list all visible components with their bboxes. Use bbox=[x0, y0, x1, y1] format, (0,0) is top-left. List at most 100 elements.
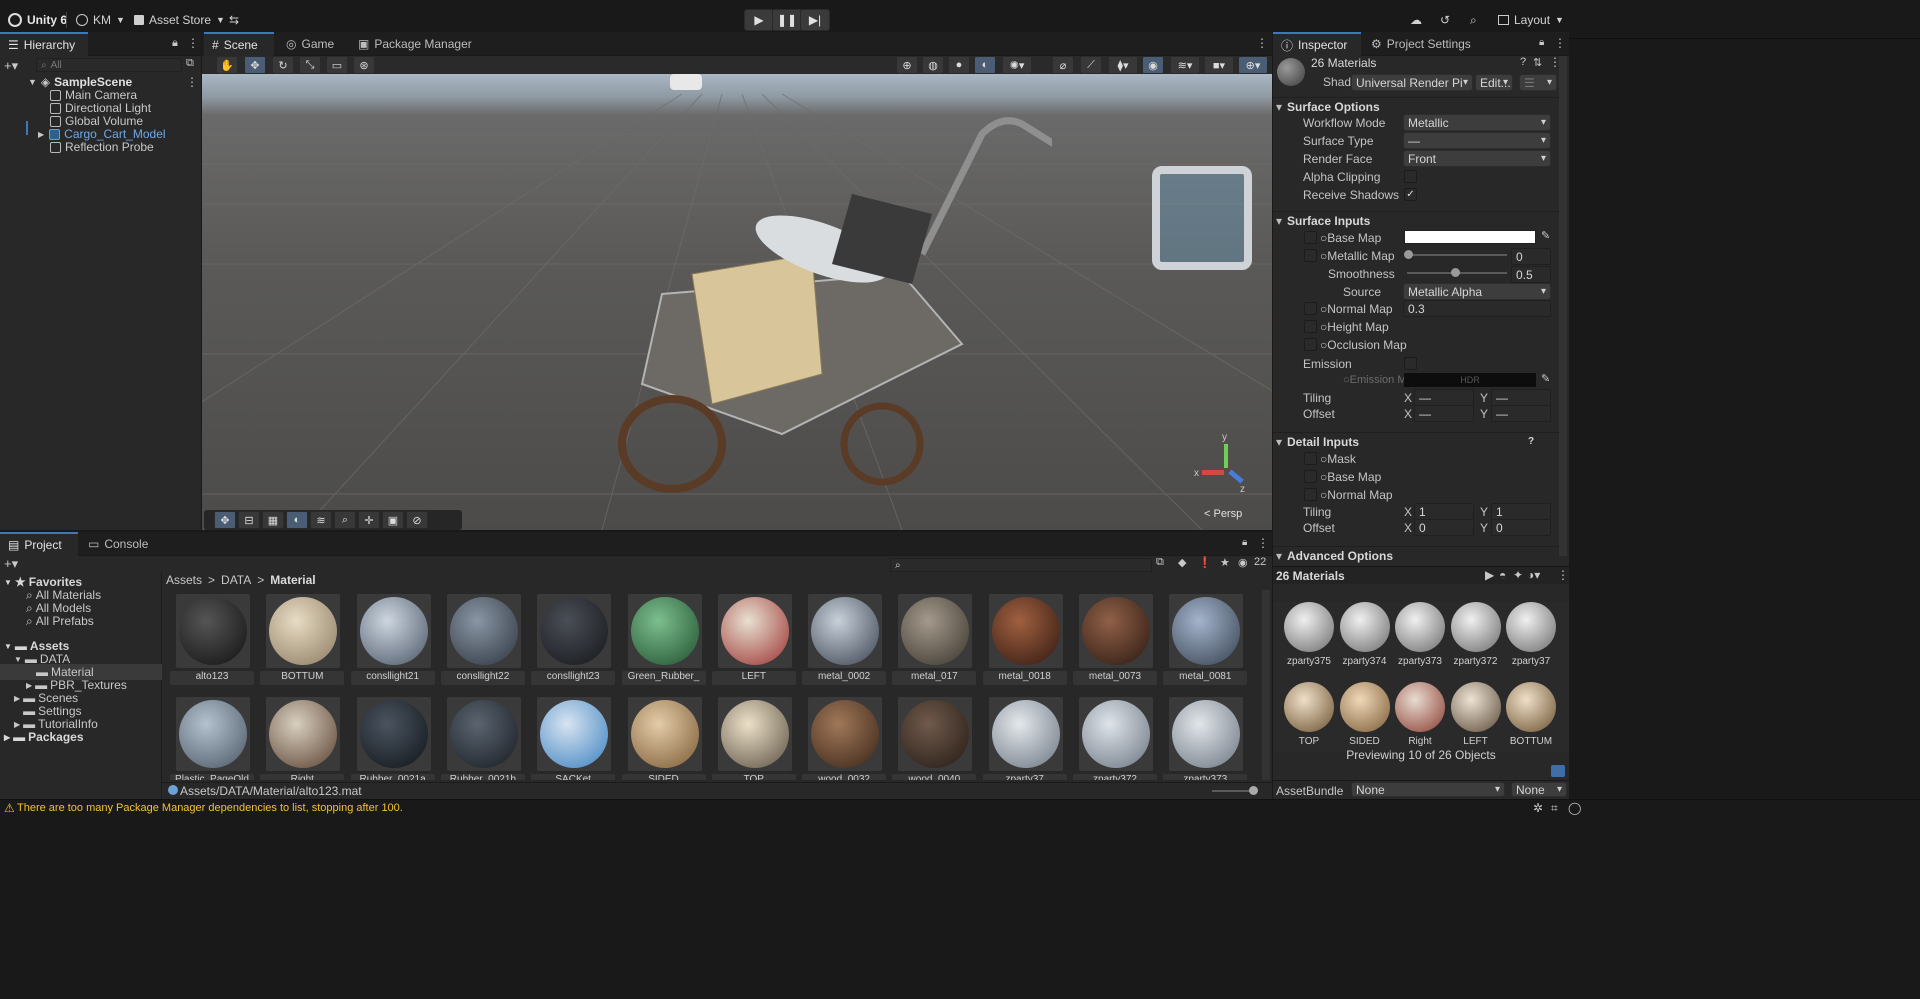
hidden-packages-icon[interactable]: ◉ bbox=[1238, 556, 1248, 569]
breadcrumb-material[interactable]: Material bbox=[270, 573, 315, 587]
kebab-menu-icon[interactable]: ⋮ bbox=[1256, 36, 1268, 50]
metallic-slider-handle[interactable] bbox=[1404, 250, 1413, 259]
inspector-scrollbar[interactable] bbox=[1559, 56, 1567, 556]
camera-overlay-icon[interactable]: ▣ bbox=[382, 511, 404, 529]
normal-scale-field[interactable]: 0.3 bbox=[1403, 300, 1551, 317]
asset-tile[interactable]: consllight22 bbox=[440, 594, 525, 690]
occlusion-map-slot[interactable] bbox=[1304, 338, 1317, 351]
debug-icon[interactable]: ✲ bbox=[1533, 801, 1543, 815]
toggle-2d-icon[interactable]: ⌀ bbox=[1052, 56, 1074, 74]
asset-tile[interactable]: metal_0081 bbox=[1163, 594, 1248, 690]
surface-inputs-header[interactable]: Surface Inputs bbox=[1273, 211, 1559, 229]
pause-button[interactable]: ❚❚ bbox=[772, 9, 802, 31]
tab-project-settings[interactable]: ⚙ Project Settings bbox=[1363, 32, 1479, 56]
persp-toggle[interactable]: < Persp bbox=[1204, 508, 1242, 520]
zoom-overlay-icon[interactable]: ⌕ bbox=[334, 511, 356, 529]
help-icon[interactable]: ? bbox=[1520, 56, 1526, 68]
tab-project[interactable]: ▤ Project bbox=[0, 532, 78, 556]
asset-tile[interactable]: wood_0040 bbox=[892, 697, 977, 780]
metallic-map-slot[interactable] bbox=[1304, 249, 1317, 262]
edit-shader-button[interactable]: Edit... bbox=[1475, 74, 1513, 91]
network-icon[interactable]: ⌗ bbox=[1551, 801, 1558, 816]
base-map-color-field[interactable] bbox=[1404, 230, 1536, 244]
asset-tile[interactable]: zparty37 bbox=[982, 697, 1067, 780]
packages-row[interactable]: ▶ ▬ Packages bbox=[4, 729, 84, 745]
filter-type-icon[interactable]: ⧉ bbox=[1156, 556, 1164, 569]
asset-tile[interactable]: Rubber_0021a bbox=[350, 697, 435, 780]
metallic-slider-track[interactable] bbox=[1407, 254, 1507, 256]
eyedropper-icon[interactable]: ✎ bbox=[1541, 372, 1550, 385]
progress-icon[interactable]: ◯ bbox=[1568, 801, 1581, 815]
compass-overlay-icon[interactable]: ⊘ bbox=[406, 511, 428, 529]
camera-dropdown[interactable]: ■▾ bbox=[1204, 56, 1234, 74]
filter-warning-icon[interactable]: ❗ bbox=[1198, 556, 1212, 569]
grid-overlay-icon[interactable]: ▦ bbox=[262, 511, 284, 529]
tab-console[interactable]: ▭ Console bbox=[80, 532, 156, 556]
z-axis[interactable] bbox=[1228, 469, 1244, 484]
tab-hierarchy[interactable]: ☰ Hierarchy bbox=[0, 32, 88, 56]
play-button[interactable]: ▶ bbox=[744, 9, 774, 31]
asset-tile[interactable]: Right bbox=[260, 697, 345, 780]
receive-shadows-checkbox[interactable]: ✓ bbox=[1404, 188, 1417, 201]
effects-dropdown[interactable]: ✺▾ bbox=[1002, 56, 1032, 74]
shader-dropdown[interactable]: Universal Render Pipelin bbox=[1351, 74, 1473, 91]
kebab-menu-icon[interactable]: ⋮ bbox=[1257, 536, 1269, 550]
asset-tile[interactable]: LEFT bbox=[711, 594, 796, 690]
help-icon[interactable]: ? bbox=[1528, 436, 1534, 447]
shader-menu-dropdown[interactable]: ☰ bbox=[1519, 74, 1557, 91]
metallic-value-field[interactable]: 0 bbox=[1511, 248, 1551, 265]
global-icon[interactable]: ⊕ bbox=[896, 56, 918, 74]
asset-tile[interactable]: SIDED bbox=[621, 697, 706, 780]
tiling-x-field[interactable]: — bbox=[1414, 389, 1474, 406]
rect-tool-button[interactable]: ▭ bbox=[326, 56, 348, 74]
move-overlay-icon[interactable]: ✥ bbox=[214, 511, 236, 529]
project-search-input[interactable]: ⌕ bbox=[890, 558, 1152, 572]
kebab-menu-icon[interactable]: ⋮ bbox=[187, 36, 199, 50]
kebab-menu-icon[interactable]: ⋮ bbox=[1557, 568, 1569, 582]
light-preview-icon[interactable]: ✦ bbox=[1513, 568, 1523, 582]
asset-tile[interactable]: metal_0018 bbox=[982, 594, 1067, 690]
lock-icon[interactable]: 🔒︎ bbox=[1242, 537, 1247, 548]
unity-menu[interactable]: Unity 6 bbox=[8, 10, 67, 30]
version-control-icon[interactable]: ⇆ bbox=[229, 10, 239, 30]
rotate-tool-button[interactable]: ↻ bbox=[272, 56, 294, 74]
asset-tile[interactable]: metal_0002 bbox=[802, 594, 887, 690]
orientation-gizmo[interactable]: y x z bbox=[1194, 432, 1252, 496]
lighting-overlay-icon[interactable]: ◐ bbox=[286, 511, 308, 529]
visibility-icon[interactable]: ◉ bbox=[1142, 56, 1164, 74]
detail-offset-y-field[interactable]: 0 bbox=[1491, 519, 1551, 536]
emission-color-field[interactable]: HDR bbox=[1404, 373, 1536, 387]
play-preview-icon[interactable]: ▶ bbox=[1485, 568, 1494, 582]
history-icon[interactable]: ↺ bbox=[1440, 10, 1450, 30]
hand-tool-button[interactable]: ✋ bbox=[216, 56, 238, 74]
advanced-options-header[interactable]: Advanced Options bbox=[1273, 546, 1559, 564]
breadcrumb-data[interactable]: DATA bbox=[221, 573, 251, 587]
preview-item[interactable]: zparty375 bbox=[1281, 602, 1337, 672]
normal-map-slot[interactable] bbox=[1304, 302, 1317, 315]
preview-item[interactable]: zparty373 bbox=[1392, 602, 1448, 672]
mask-slot[interactable] bbox=[1304, 452, 1317, 465]
preview-item[interactable]: Right bbox=[1392, 682, 1448, 752]
asset-tile[interactable]: Plastic_PageOld bbox=[170, 697, 254, 780]
x-axis[interactable] bbox=[1202, 470, 1224, 475]
y-axis[interactable] bbox=[1224, 444, 1228, 468]
asset-tile[interactable]: TOP bbox=[711, 697, 796, 780]
fav-all-prefabs[interactable]: ⌕ All Prefabs bbox=[26, 613, 94, 629]
breadcrumb-assets[interactable]: Assets bbox=[166, 573, 202, 587]
surface-type-dropdown[interactable]: — bbox=[1403, 132, 1551, 149]
asset-tile[interactable]: metal_0073 bbox=[1073, 594, 1157, 690]
height-map-slot[interactable] bbox=[1304, 320, 1317, 333]
asset-tile[interactable]: consllight23 bbox=[531, 594, 616, 690]
tab-inspector[interactable]: ⓘ Inspector bbox=[1273, 32, 1361, 56]
asset-tile[interactable]: Green_Rubber_ bbox=[621, 594, 706, 690]
preview-item[interactable]: TOP bbox=[1281, 682, 1337, 752]
camera-gizmo-icon[interactable] bbox=[670, 74, 702, 90]
tab-package-manager[interactable]: ▣ Package Manager bbox=[350, 32, 480, 56]
shape-dropdown-icon[interactable]: ◑▾ bbox=[1527, 568, 1540, 582]
offset-y-field[interactable]: — bbox=[1491, 405, 1551, 422]
tag-icon[interactable] bbox=[1551, 765, 1565, 777]
preset-icon[interactable]: ⇅ bbox=[1533, 56, 1542, 69]
tab-scene[interactable]: # Scene bbox=[204, 32, 274, 56]
hierarchy-search-input[interactable]: ⌕ All bbox=[36, 58, 182, 72]
detail-tiling-x-field[interactable]: 1 bbox=[1414, 503, 1474, 520]
